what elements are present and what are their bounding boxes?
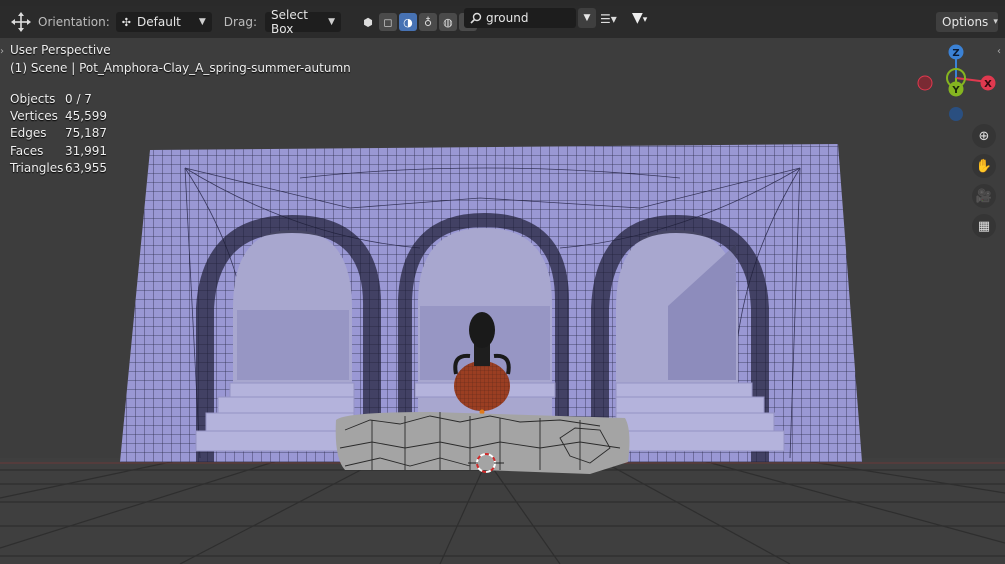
scene-render[interactable] (0, 38, 1005, 564)
bounds-icon[interactable]: ◻ (378, 13, 397, 31)
search-field[interactable] (464, 8, 576, 28)
options-dropdown[interactable]: Options ▾ (936, 12, 998, 32)
drag-label: Drag: (223, 15, 257, 29)
stat-value: 45,599 (65, 108, 107, 123)
camera-icon[interactable]: 🎥 (972, 184, 996, 208)
gizmo-z-axis[interactable]: Z (948, 44, 964, 60)
stat-label: Vertices (10, 108, 58, 123)
orientation-dropdown[interactable]: ✣ Default ▼ (115, 12, 212, 32)
material-icon[interactable]: ♁ (418, 13, 437, 31)
stat-row: Objects 0 / 7 (10, 90, 107, 107)
stat-value: 31,991 (65, 143, 107, 158)
perspective-grid-icon[interactable]: ▦ (972, 214, 996, 238)
stat-value: 75,187 (65, 126, 107, 141)
stat-row: Triangles 63,955 (10, 159, 107, 176)
options-label: Options (942, 15, 989, 29)
sort-icon[interactable]: ☰▾ (600, 12, 626, 26)
scene-info: (1) Scene | Pot_Amphora-Clay_A_spring-su… (10, 61, 351, 75)
stat-label: Triangles (10, 160, 64, 175)
gizmo-y-label: Y (951, 85, 960, 96)
shading-mode-group: ⬢ ◻ ◑ ♁ ◍ ⌂ (359, 13, 479, 31)
stat-value: 63,955 (65, 160, 107, 175)
drag-dropdown[interactable]: Select Box ▼ (264, 8, 341, 36)
filter-icon[interactable]: ▼▾ (632, 10, 662, 28)
wireframe-shading-icon[interactable]: ◑ (398, 13, 417, 31)
orientation-value: Default (137, 15, 181, 29)
stat-value: 0 / 7 (65, 91, 92, 106)
chevron-down-icon: ▼ (328, 17, 335, 27)
hand-pan-icon[interactable]: ✋ (972, 154, 996, 178)
navigation-gizmo[interactable]: Z X Y (912, 42, 1002, 122)
search-dropdown-button[interactable]: ▼ (578, 8, 596, 28)
statistics-panel: Objects 0 / 7 Vertices 45,599 Edges 75,187 … (10, 90, 107, 176)
sidebar-toggle-icon[interactable]: › (0, 46, 6, 60)
orientation-icon: ✣ (121, 15, 132, 29)
sidebar-toggle-right-icon[interactable]: ‹ (997, 46, 1005, 60)
zoom-icon[interactable]: ⊕ (972, 124, 996, 148)
gizmo-x-axis[interactable]: X (980, 75, 996, 91)
stat-row: Edges 75,187 (10, 125, 107, 142)
drag-value: Select Box (270, 8, 309, 36)
stat-label: Faces (10, 143, 44, 158)
chevron-down-icon: ▾ (993, 17, 998, 27)
stat-row: Vertices 45,599 (10, 107, 107, 124)
search-icon (470, 12, 482, 24)
orientation-label: Orientation: (38, 15, 110, 29)
render-icon[interactable]: ◍ (438, 13, 457, 31)
stat-label: Objects (10, 91, 56, 106)
gizmo-x-label: X (984, 79, 992, 90)
solid-sphere-icon[interactable]: ⬢ (359, 13, 377, 31)
stat-label: Edges (10, 126, 47, 141)
stat-row: Faces 31,991 (10, 142, 107, 159)
gizmo-y-axis[interactable]: Y (948, 81, 964, 97)
search-input[interactable] (482, 11, 572, 25)
view-name: User Perspective (10, 43, 111, 57)
transform-gizmo-icon[interactable] (10, 11, 32, 33)
chevron-down-icon: ▼ (198, 17, 206, 27)
3d-viewport[interactable]: User Perspective (1) Scene | Pot_Amphora… (0, 38, 1005, 564)
gizmo-z-label: Z (952, 48, 959, 59)
